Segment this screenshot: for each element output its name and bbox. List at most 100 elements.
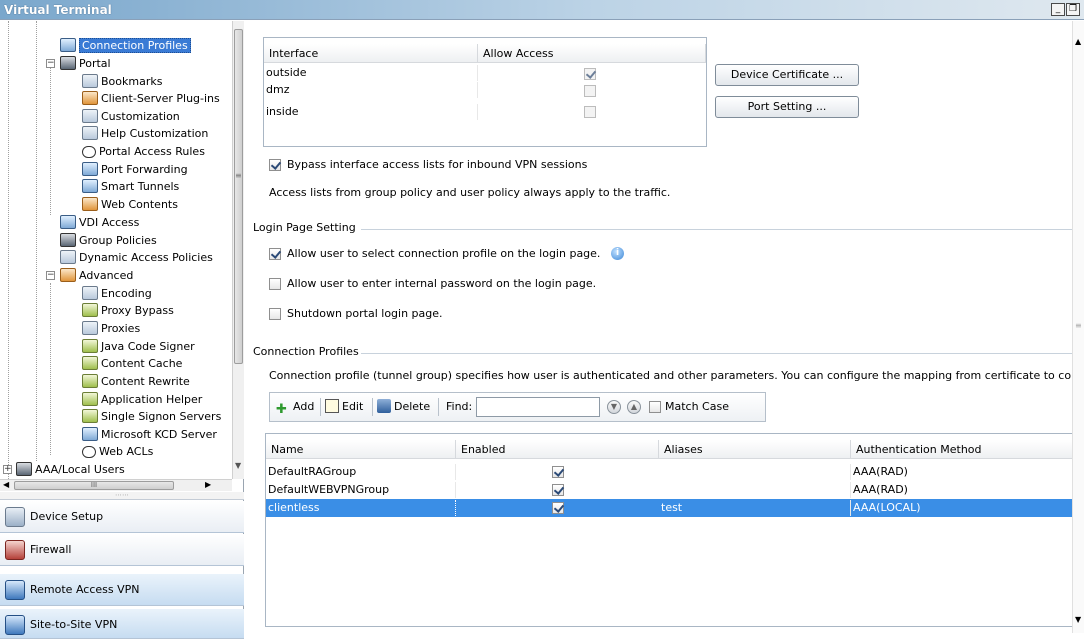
navigation-panel: Connection Profiles − Portal Bookmarks C…	[0, 21, 244, 639]
minimize-button[interactable]: _	[1051, 3, 1065, 16]
table-row[interactable]: DefaultWEBVPNGroup AAA(RAD)	[266, 481, 1073, 499]
nav-scroll-thumb[interactable]	[234, 29, 243, 364]
match-case-checkbox[interactable]	[649, 401, 661, 413]
nav-splitter[interactable]: ⋯⋯	[0, 492, 244, 500]
select-profile-label: Allow user to select connection profile …	[287, 247, 601, 260]
scroll-up-icon[interactable]: ▲	[1075, 37, 1081, 46]
add-button[interactable]: ✚ Add	[276, 396, 314, 418]
nav-hscroll-thumb[interactable]: III	[14, 481, 174, 490]
scroll-down-icon[interactable]: ▼	[1075, 615, 1081, 624]
nav-item-connection-profiles[interactable]: Connection Profiles	[60, 37, 191, 54]
column-header-enabled[interactable]: Enabled	[456, 440, 659, 459]
device-setup-icon	[5, 507, 25, 527]
scroll-right-icon[interactable]: ▶	[205, 480, 211, 489]
interface-name-cell[interactable]: dmz	[264, 82, 478, 98]
nav-item-web-acls[interactable]: Web ACLs	[82, 443, 153, 460]
nav-item-client-server-plugins[interactable]: Client-Server Plug-ins	[82, 90, 220, 107]
table-row[interactable]: DefaultRAGroup AAA(RAD)	[266, 463, 1073, 481]
profile-name-cell: DefaultWEBVPNGroup	[266, 482, 456, 498]
add-icon: ✚	[276, 402, 287, 417]
nav-button-remote-access-vpn[interactable]: Remote Access VPN	[0, 574, 244, 606]
nav-item-web-contents[interactable]: Web Contents	[82, 196, 178, 213]
find-input[interactable]	[476, 397, 600, 417]
profile-enabled-checkbox[interactable]	[552, 484, 564, 496]
tree-guide	[8, 21, 9, 479]
column-header-aliases[interactable]: Aliases	[659, 440, 851, 459]
info-icon[interactable]: i	[611, 247, 624, 260]
nav-button-firewall[interactable]: Firewall	[0, 534, 244, 566]
nav-item-proxy-bypass[interactable]: Proxy Bypass	[82, 302, 174, 319]
internal-password-checkbox[interactable]	[269, 278, 281, 290]
smart-tunnels-icon	[82, 179, 98, 193]
nav-item-proxies[interactable]: Proxies	[82, 320, 140, 337]
nav-button-site-to-site-vpn[interactable]: Site-to-Site VPN	[0, 609, 244, 639]
find-previous-icon[interactable]: ▲	[627, 400, 641, 414]
java-signer-icon	[82, 339, 98, 353]
plugin-icon	[82, 91, 98, 105]
nav-item-single-signon-servers[interactable]: Single Signon Servers	[82, 408, 221, 425]
nav-vertical-scrollbar[interactable]: ≡ ▼	[232, 21, 244, 479]
acl-note: Access lists from group policy and user …	[269, 186, 671, 199]
column-header-interface[interactable]: Interface	[264, 44, 478, 63]
main-vertical-scrollbar[interactable]: ▲ ≡ ▼	[1072, 21, 1084, 633]
find-next-icon[interactable]: ▼	[607, 400, 621, 414]
profiles-toolbar: ✚ Add Edit Delete Find: ▼ ▲ Match Case	[269, 392, 766, 422]
scroll-down-icon[interactable]: ▼	[235, 461, 241, 470]
nav-item-advanced[interactable]: Advanced	[60, 267, 133, 284]
profile-enabled-checkbox[interactable]	[552, 466, 564, 478]
column-header-authentication-method[interactable]: Authentication Method	[851, 440, 1073, 459]
proxy-bypass-icon	[82, 303, 98, 317]
users-icon	[16, 462, 32, 476]
nav-item-help-customization[interactable]: Help Customization	[82, 125, 208, 142]
column-header-allow-access[interactable]: Allow Access	[478, 44, 706, 63]
allow-access-checkbox-dmz[interactable]	[584, 85, 596, 97]
allow-access-checkbox-outside[interactable]	[584, 68, 596, 80]
edit-button[interactable]: Edit	[325, 396, 363, 418]
nav-item-content-cache[interactable]: Content Cache	[82, 355, 182, 372]
nav-item-content-rewrite[interactable]: Content Rewrite	[82, 373, 190, 390]
title-bar: Virtual Terminal _ ❐	[0, 0, 1084, 20]
nav-item-portal-access-rules[interactable]: Portal Access Rules	[82, 143, 205, 160]
section-divider	[361, 229, 1073, 230]
nav-item-smart-tunnels[interactable]: Smart Tunnels	[82, 178, 179, 195]
trash-icon	[377, 399, 391, 413]
port-setting-button[interactable]: Port Setting ...	[715, 96, 859, 118]
nav-item-vdi-access[interactable]: VDI Access	[60, 214, 139, 231]
scroll-left-icon[interactable]: ◀	[3, 480, 9, 489]
customization-icon	[82, 109, 98, 123]
kcd-server-icon	[82, 427, 98, 441]
nav-item-encoding[interactable]: Encoding	[82, 285, 152, 302]
profile-enabled-checkbox[interactable]	[552, 502, 564, 514]
nav-item-customization[interactable]: Customization	[82, 108, 180, 125]
connection-profiles-section-title: Connection Profiles	[253, 345, 359, 358]
nav-item-dynamic-access-policies[interactable]: Dynamic Access Policies	[60, 249, 213, 266]
collapse-portal-toggle[interactable]: −	[46, 59, 55, 68]
table-row-selected[interactable]: clientless test AAA(LOCAL)	[266, 499, 1073, 517]
restore-button[interactable]: ❐	[1066, 3, 1080, 16]
nav-button-device-setup[interactable]: Device Setup	[0, 501, 244, 533]
bypass-acl-checkbox[interactable]	[269, 159, 281, 171]
rules-icon	[82, 146, 96, 158]
nav-item-application-helper[interactable]: Application Helper	[82, 391, 202, 408]
section-divider	[361, 353, 1073, 354]
nav-item-java-code-signer[interactable]: Java Code Signer	[82, 338, 195, 355]
column-header-name[interactable]: Name	[266, 440, 456, 459]
interface-name-cell[interactable]: inside	[264, 104, 478, 120]
collapse-advanced-toggle[interactable]: −	[46, 271, 55, 280]
nav-horizontal-scrollbar[interactable]: ◀ III ▶	[0, 479, 232, 491]
select-profile-checkbox[interactable]	[269, 248, 281, 260]
expand-aaa-toggle[interactable]: +	[3, 465, 12, 474]
nav-item-port-forwarding[interactable]: Port Forwarding	[82, 161, 188, 178]
delete-button[interactable]: Delete	[377, 396, 430, 418]
nav-item-aaa-local-users[interactable]: AAA/Local Users	[16, 461, 125, 478]
nav-item-microsoft-kcd-server[interactable]: Microsoft KCD Server	[82, 426, 217, 443]
proxies-icon	[82, 321, 98, 335]
nav-item-bookmarks[interactable]: Bookmarks	[82, 73, 162, 90]
device-certificate-button[interactable]: Device Certificate ...	[715, 64, 859, 86]
nav-item-portal[interactable]: Portal	[60, 55, 111, 72]
shutdown-portal-checkbox[interactable]	[269, 308, 281, 320]
interface-name-cell[interactable]: outside	[264, 65, 478, 81]
find-label: Find:	[446, 400, 473, 413]
allow-access-checkbox-inside[interactable]	[584, 106, 596, 118]
nav-item-group-policies[interactable]: Group Policies	[60, 232, 157, 249]
